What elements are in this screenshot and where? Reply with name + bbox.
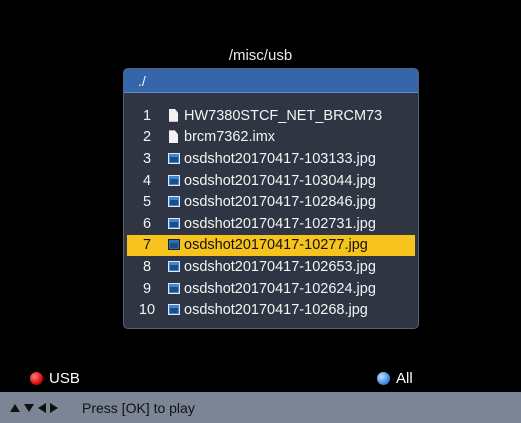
file-list: 1 HW7380STCF_NET_BRCM73 2 brcm7362.imx 3 osds… [124, 105, 418, 321]
file-index: 6 [142, 215, 152, 232]
file-row[interactable]: 9 osdshot20170417-102624.jpg [127, 278, 415, 300]
directory-header[interactable]: ./ [124, 69, 418, 93]
file-row[interactable]: 1 HW7380STCF_NET_BRCM73 [127, 105, 415, 127]
file-index: 2 [142, 129, 152, 146]
file-name: osdshot20170417-102624.jpg [184, 280, 376, 297]
file-index: 10 [138, 302, 156, 319]
file-index: 4 [142, 172, 152, 189]
all-blue-key[interactable]: All [377, 370, 413, 387]
current-directory-label: ./ [138, 72, 146, 89]
file-browser-panel: ./ 1 HW7380STCF_NET_BRCM73 2 brcm7362.imx 3 o… [123, 68, 419, 329]
color-key-bar: USB All [0, 364, 521, 392]
status-hint: Press [OK] to play [82, 399, 195, 416]
file-name: osdshot20170417-102846.jpg [184, 194, 376, 211]
file-row[interactable]: 5 osdshot20170417-102846.jpg [127, 191, 415, 213]
file-name: osdshot20170417-103133.jpg [184, 150, 376, 167]
file-name: osdshot20170417-102653.jpg [184, 258, 376, 275]
image-file-icon [167, 238, 182, 252]
file-row[interactable]: 4 osdshot20170417-103044.jpg [127, 170, 415, 192]
file-name: brcm7362.imx [184, 129, 276, 146]
red-button-icon [30, 372, 43, 385]
file-index: 3 [142, 150, 152, 167]
image-file-icon [167, 217, 182, 231]
file-row[interactable]: 10 osdshot20170417-10268.jpg [127, 299, 415, 321]
file-name: osdshot20170417-103044.jpg [184, 172, 376, 189]
image-file-icon [167, 195, 182, 209]
image-file-icon [167, 174, 182, 188]
arrow-keys-icon [10, 402, 82, 413]
file-row-selected[interactable]: 7 osdshot20170417-10277.jpg [127, 234, 415, 257]
file-name: osdshot20170417-102731.jpg [184, 215, 376, 232]
status-bar: Press [OK] to play [0, 392, 521, 423]
file-row[interactable]: 6 osdshot20170417-102731.jpg [127, 213, 415, 235]
file-name: HW7380STCF_NET_BRCM73 [184, 107, 383, 124]
file-index: 7 [142, 237, 152, 254]
blue-button-icon [377, 372, 390, 385]
image-file-icon [167, 282, 182, 296]
file-index: 5 [142, 194, 152, 211]
file-row[interactable]: 3 osdshot20170417-103133.jpg [127, 148, 415, 170]
usb-red-key[interactable]: USB [30, 370, 80, 387]
all-key-label: All [396, 370, 413, 387]
image-file-icon [167, 152, 182, 166]
document-icon [167, 109, 182, 123]
file-name: osdshot20170417-10277.jpg [184, 237, 368, 254]
file-index: 9 [142, 280, 152, 297]
file-name: osdshot20170417-10268.jpg [184, 302, 368, 319]
image-file-icon [167, 260, 182, 274]
file-row[interactable]: 2 brcm7362.imx [127, 127, 415, 149]
file-index: 8 [142, 258, 152, 275]
image-file-icon [167, 303, 182, 317]
current-path-title: /misc/usb [228, 47, 293, 64]
file-index: 1 [142, 107, 152, 124]
file-row[interactable]: 8 osdshot20170417-102653.jpg [127, 256, 415, 278]
document-icon [167, 130, 182, 144]
usb-key-label: USB [49, 370, 80, 387]
